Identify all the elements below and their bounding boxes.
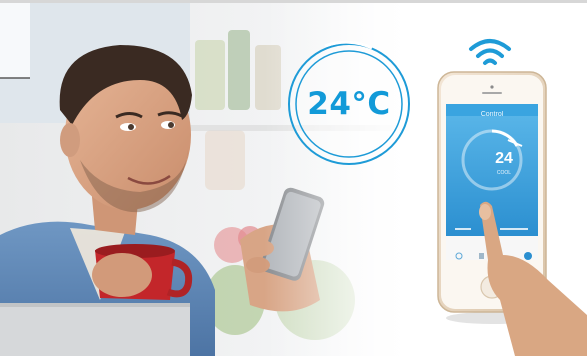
temperature-label: 24°C [307,86,391,122]
phone-mode: COOL [496,170,512,176]
smart-ac-ad-scene: 24°C Control 24 COOL [0,0,587,356]
temperature-readout: 24°C [285,40,413,168]
phone-temperature: 24 [495,150,513,167]
wifi-icon [469,39,511,65]
phone-screen-title: Control [480,111,504,118]
